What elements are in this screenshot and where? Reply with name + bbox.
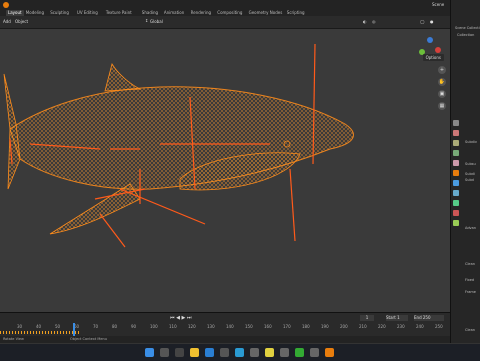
- object-menu[interactable]: Object: [15, 19, 28, 24]
- shark-body: [9, 86, 354, 190]
- 3d-viewport[interactable]: + ✋ ▣ ▦ Options: [0, 29, 450, 312]
- top-bar: Layout Modeling Sculpting UV Editing Texture…: [0, 0, 480, 17]
- timeline-tick-label: 80: [112, 324, 118, 329]
- timeline-tick-label: 120: [188, 324, 196, 329]
- viewport-header: Add Object Global ↕ ◐ ◎ ◯ ●: [0, 16, 450, 29]
- chrome-icon[interactable]: [265, 348, 274, 357]
- property-label: Fixed: [465, 278, 475, 282]
- object-icon[interactable]: [453, 170, 459, 176]
- transform-orientation-icon[interactable]: ↕: [145, 18, 148, 23]
- status-bar: Rotate View Object Context Menu: [0, 336, 450, 343]
- windows-start-icon[interactable]: [145, 348, 154, 357]
- overlay-icon[interactable]: ◎: [372, 19, 376, 24]
- outliner-item[interactable]: Collection: [457, 33, 474, 37]
- mail-icon[interactable]: [220, 348, 229, 357]
- timeline-tick-label: 140: [226, 324, 234, 329]
- blender-logo-icon[interactable]: [3, 2, 9, 8]
- timeline-tick-label: 30: [17, 324, 23, 329]
- start-label: Start: [386, 315, 396, 320]
- tool-icon[interactable]: [453, 120, 459, 126]
- timeline-tick-label: 160: [264, 324, 272, 329]
- shark-dorsal-fin: [104, 62, 142, 92]
- settings-icon[interactable]: [250, 348, 259, 357]
- timeline-tick-label: 180: [302, 324, 310, 329]
- shark-wireframe: [3, 43, 354, 248]
- property-label: Clean: [465, 328, 475, 332]
- particles-icon[interactable]: [453, 190, 459, 196]
- property-label: Advan: [465, 226, 476, 230]
- timeline-tick-label: 250: [435, 324, 443, 329]
- app-icon[interactable]: [280, 348, 289, 357]
- playhead[interactable]: [73, 323, 75, 337]
- outliner-item[interactable]: Scene Collection: [455, 26, 480, 30]
- search-icon[interactable]: [160, 348, 169, 357]
- status-left: Rotate View: [3, 337, 24, 341]
- property-label: Frame: [465, 290, 476, 294]
- store-icon[interactable]: [235, 348, 244, 357]
- orientation-dropdown[interactable]: Global: [150, 19, 163, 24]
- property-label: Subdiv: [465, 140, 477, 144]
- keyframe-strip: [0, 331, 80, 334]
- timeline-tick-label: 100: [150, 324, 158, 329]
- file-explorer-icon[interactable]: [190, 348, 199, 357]
- scene-selector[interactable]: Scene: [432, 2, 444, 7]
- gizmo-x-axis-icon[interactable]: [435, 47, 441, 53]
- add-menu[interactable]: Add: [3, 19, 11, 24]
- timeline-tick-label: 130: [207, 324, 215, 329]
- blender-taskbar-icon[interactable]: [325, 348, 334, 357]
- property-label: Subd: [465, 178, 474, 182]
- wireframe-shading-icon[interactable]: ◯: [420, 19, 424, 24]
- edge-browser-icon[interactable]: [205, 348, 214, 357]
- viewport-shading-icon[interactable]: ◐: [363, 19, 367, 24]
- timeline-tick-label: 40: [36, 324, 42, 329]
- modifier-wrench-icon[interactable]: [453, 180, 459, 186]
- play-controls[interactable]: ⏮ ◀ ▶ ⏭: [170, 315, 191, 321]
- property-label: Subdi: [465, 172, 475, 176]
- timeline-tick-label: 190: [321, 324, 329, 329]
- timeline-tick-label: 170: [283, 324, 291, 329]
- render-icon[interactable]: [453, 130, 459, 136]
- properties-panel: Scene Collection Collection Subdiv Subsu Su…: [450, 0, 480, 343]
- windows-taskbar: [0, 343, 480, 361]
- current-frame-field[interactable]: 1: [360, 315, 374, 321]
- zoom-icon[interactable]: +: [438, 66, 446, 74]
- timeline-tick-label: 200: [340, 324, 348, 329]
- gizmo-z-axis-icon[interactable]: [427, 37, 433, 43]
- timeline-tick-label: 210: [359, 324, 367, 329]
- timeline-tick-label: 240: [416, 324, 424, 329]
- timeline-tick-label: 110: [169, 324, 177, 329]
- photoshop-icon[interactable]: [295, 348, 304, 357]
- terminal-icon[interactable]: [310, 348, 319, 357]
- scene-icon[interactable]: [453, 150, 459, 156]
- task-view-icon[interactable]: [175, 348, 184, 357]
- end-value: 250: [422, 315, 431, 320]
- property-label: Subsu: [465, 162, 476, 166]
- timeline-tick-label: 70: [93, 324, 99, 329]
- start-frame-field[interactable]: Start 1: [386, 315, 408, 321]
- timeline-tick-label: 50: [55, 324, 61, 329]
- pan-hand-icon[interactable]: ✋: [438, 78, 446, 86]
- timeline-tick-label: 150: [245, 324, 253, 329]
- property-label: Clean: [465, 262, 475, 266]
- options-dropdown[interactable]: Options: [422, 54, 444, 61]
- status-right: Object Context Menu: [70, 337, 107, 341]
- start-value: 1: [397, 315, 400, 320]
- timeline-tick-label: 220: [378, 324, 386, 329]
- output-icon[interactable]: [453, 140, 459, 146]
- timeline-tick-label: 90: [131, 324, 137, 329]
- end-frame-field[interactable]: End 250: [414, 315, 444, 321]
- data-icon[interactable]: [453, 220, 459, 226]
- constraints-icon[interactable]: [453, 210, 459, 216]
- physics-icon[interactable]: [453, 200, 459, 206]
- perspective-toggle-icon[interactable]: ▦: [438, 102, 446, 110]
- end-label: End: [414, 315, 422, 320]
- timeline-tick-label: 230: [397, 324, 405, 329]
- solid-shading-icon[interactable]: ●: [430, 19, 434, 24]
- camera-view-icon[interactable]: ▣: [438, 90, 446, 98]
- world-icon[interactable]: [453, 160, 459, 166]
